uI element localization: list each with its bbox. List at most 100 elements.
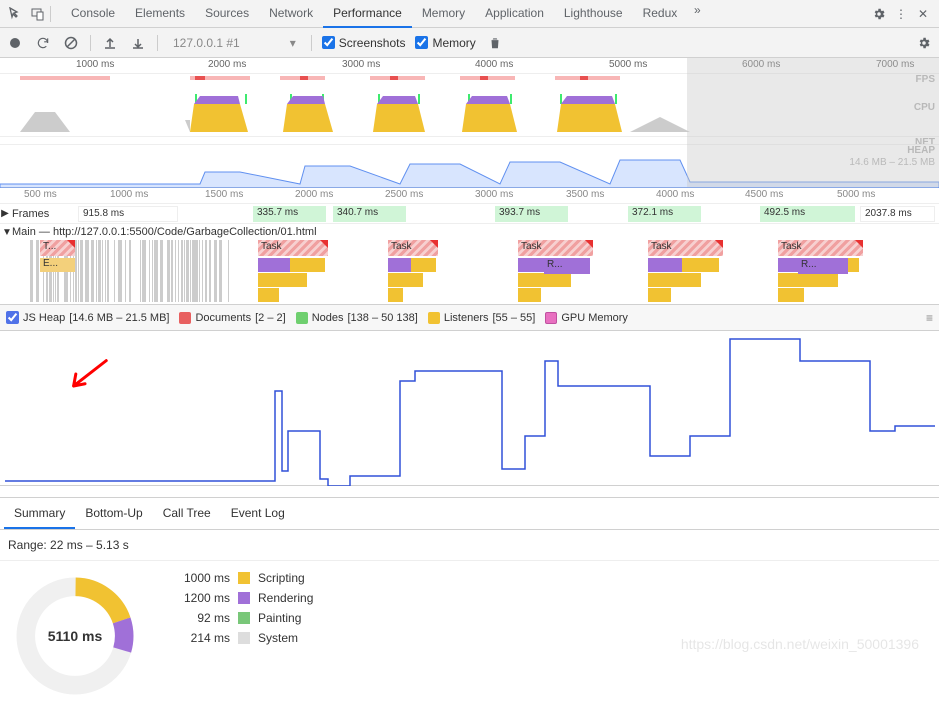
inspect-element-icon[interactable]: [6, 4, 26, 24]
frame-block[interactable]: 915.8 ms: [78, 206, 178, 222]
kebab-icon[interactable]: ⋮: [891, 4, 911, 24]
memory-checkbox-input[interactable]: [415, 36, 428, 49]
flame-ruler-tick: 5000 ms: [837, 189, 875, 200]
memory-label: Memory: [432, 36, 475, 50]
event-block[interactable]: E...: [40, 258, 75, 272]
clear-icon[interactable]: [62, 34, 80, 52]
flame-bar[interactable]: [258, 273, 307, 287]
counter-documents[interactable]: Documents[2 – 2]: [179, 312, 285, 324]
chevron-down-icon: ▾: [290, 36, 296, 50]
load-profile-icon[interactable]: [101, 34, 119, 52]
overview-ruler-tick: 2000 ms: [208, 59, 246, 70]
jsheap-chart[interactable]: [0, 331, 939, 486]
tab-elements[interactable]: Elements: [125, 0, 195, 28]
frame-block[interactable]: 372.1 ms: [628, 206, 701, 222]
legend-row: 92 msPainting: [170, 611, 313, 625]
main-label: Main — http://127.0.0.1:5500/Code/Garbag…: [12, 226, 317, 238]
recording-select-value: 127.0.0.1 #1: [173, 36, 240, 50]
record-icon[interactable]: [6, 34, 24, 52]
flame-bar[interactable]: [518, 288, 541, 302]
tab-memory[interactable]: Memory: [412, 0, 475, 28]
overview-ruler-tick: 5000 ms: [609, 59, 647, 70]
counter-jsheap[interactable]: JS Heap[14.6 MB – 21.5 MB]: [6, 311, 169, 324]
detail-tab-calltree[interactable]: Call Tree: [153, 499, 221, 529]
counter-listeners[interactable]: Listeners[55 – 55]: [428, 312, 535, 324]
flame-bar[interactable]: [778, 288, 804, 302]
main-expand-icon[interactable]: ▼: [2, 227, 12, 238]
device-toolbar-icon[interactable]: [28, 4, 48, 24]
frame-block[interactable]: 335.7 ms: [253, 206, 326, 222]
frame-block[interactable]: 492.5 ms: [760, 206, 855, 222]
memory-checkbox[interactable]: Memory: [415, 36, 475, 50]
main-row[interactable]: ▼ Main — http://127.0.0.1:5500/Code/Garb…: [0, 224, 939, 305]
flame-ruler-tick: 500 ms: [24, 189, 57, 200]
legend-row: 1200 msRendering: [170, 591, 313, 605]
toolbar-divider: [50, 6, 51, 22]
task-block[interactable]: Task: [648, 240, 723, 256]
flame-ruler-tick: 2500 ms: [385, 189, 423, 200]
detail-tab-eventlog[interactable]: Event Log: [221, 499, 295, 529]
screenshots-checkbox[interactable]: Screenshots: [322, 36, 406, 50]
flame-bar[interactable]: [648, 288, 671, 302]
tab-network[interactable]: Network: [259, 0, 323, 28]
task-block[interactable]: Task: [258, 240, 328, 256]
overview-dim-right: [687, 58, 939, 187]
gear-icon[interactable]: [869, 4, 889, 24]
flame-bar[interactable]: [290, 258, 325, 272]
tab-application[interactable]: Application: [475, 0, 554, 28]
render-block[interactable]: R...: [544, 258, 590, 274]
flame-bar[interactable]: [778, 273, 838, 287]
flame-bar[interactable]: [411, 258, 436, 272]
frame-block[interactable]: 393.7 ms: [495, 206, 568, 222]
subbar-divider-1: [90, 35, 91, 51]
tab-performance[interactable]: Performance: [323, 0, 412, 28]
task-block[interactable]: T...: [40, 240, 75, 256]
flame-bar[interactable]: [258, 258, 290, 272]
more-tabs-icon[interactable]: »: [687, 0, 707, 20]
render-block[interactable]: R...: [798, 258, 848, 274]
flame-bar[interactable]: [648, 258, 682, 272]
tab-lighthouse[interactable]: Lighthouse: [554, 0, 633, 28]
flame-bar[interactable]: [518, 273, 571, 287]
task-block[interactable]: Task: [778, 240, 863, 256]
overview-timeline[interactable]: 1000 ms2000 ms3000 ms4000 ms5000 ms6000 …: [0, 58, 939, 188]
tab-console[interactable]: Console: [61, 0, 125, 28]
close-icon[interactable]: ✕: [913, 4, 933, 24]
flame-ruler: 500 ms1000 ms1500 ms2000 ms2500 ms3000 m…: [0, 188, 939, 204]
flame-bar[interactable]: [388, 273, 423, 287]
flame-ruler-tick: 1000 ms: [110, 189, 148, 200]
flame-bar[interactable]: [682, 258, 720, 272]
main-flame-chart[interactable]: T... E... Task Task Task Task Task R... R...: [0, 240, 939, 304]
detail-tab-bottomup[interactable]: Bottom-Up: [75, 499, 152, 529]
separator: [0, 486, 939, 498]
frame-block[interactable]: 340.7 ms: [333, 206, 406, 222]
trash-icon[interactable]: [486, 34, 504, 52]
capture-settings-gear-icon[interactable]: [915, 34, 933, 52]
counter-gpu[interactable]: GPU Memory: [545, 312, 628, 324]
frames-row[interactable]: ▶ Frames 915.8 ms335.7 ms340.7 ms393.7 m…: [0, 204, 939, 224]
save-profile-icon[interactable]: [129, 34, 147, 52]
counters-menu-icon[interactable]: ≡: [926, 311, 933, 325]
reload-icon[interactable]: [34, 34, 52, 52]
recording-select[interactable]: 127.0.0.1 #1 ▾: [168, 33, 301, 53]
flame-bar[interactable]: [388, 258, 411, 272]
legend-row: 1000 msScripting: [170, 571, 313, 585]
tab-redux[interactable]: Redux: [633, 0, 688, 28]
screenshots-label: Screenshots: [339, 36, 406, 50]
flame-bar[interactable]: [388, 288, 403, 302]
task-block[interactable]: Task: [388, 240, 438, 256]
detail-tab-summary[interactable]: Summary: [4, 499, 75, 529]
overview-ruler-tick: 1000 ms: [76, 59, 114, 70]
tab-sources[interactable]: Sources: [195, 0, 259, 28]
flame-ruler-tick: 3500 ms: [566, 189, 604, 200]
subbar-divider-3: [311, 35, 312, 51]
frames-expand-icon[interactable]: ▶: [0, 208, 10, 219]
frame-block[interactable]: 2037.8 ms: [860, 206, 935, 222]
flame-bar[interactable]: [648, 273, 701, 287]
detail-tabs: Summary Bottom-Up Call Tree Event Log: [0, 498, 939, 530]
counter-nodes[interactable]: Nodes[138 – 50 138]: [296, 312, 418, 324]
overview-ruler-tick: 3000 ms: [342, 59, 380, 70]
task-block[interactable]: Task: [518, 240, 593, 256]
screenshots-checkbox-input[interactable]: [322, 36, 335, 49]
flame-bar[interactable]: [258, 288, 279, 302]
